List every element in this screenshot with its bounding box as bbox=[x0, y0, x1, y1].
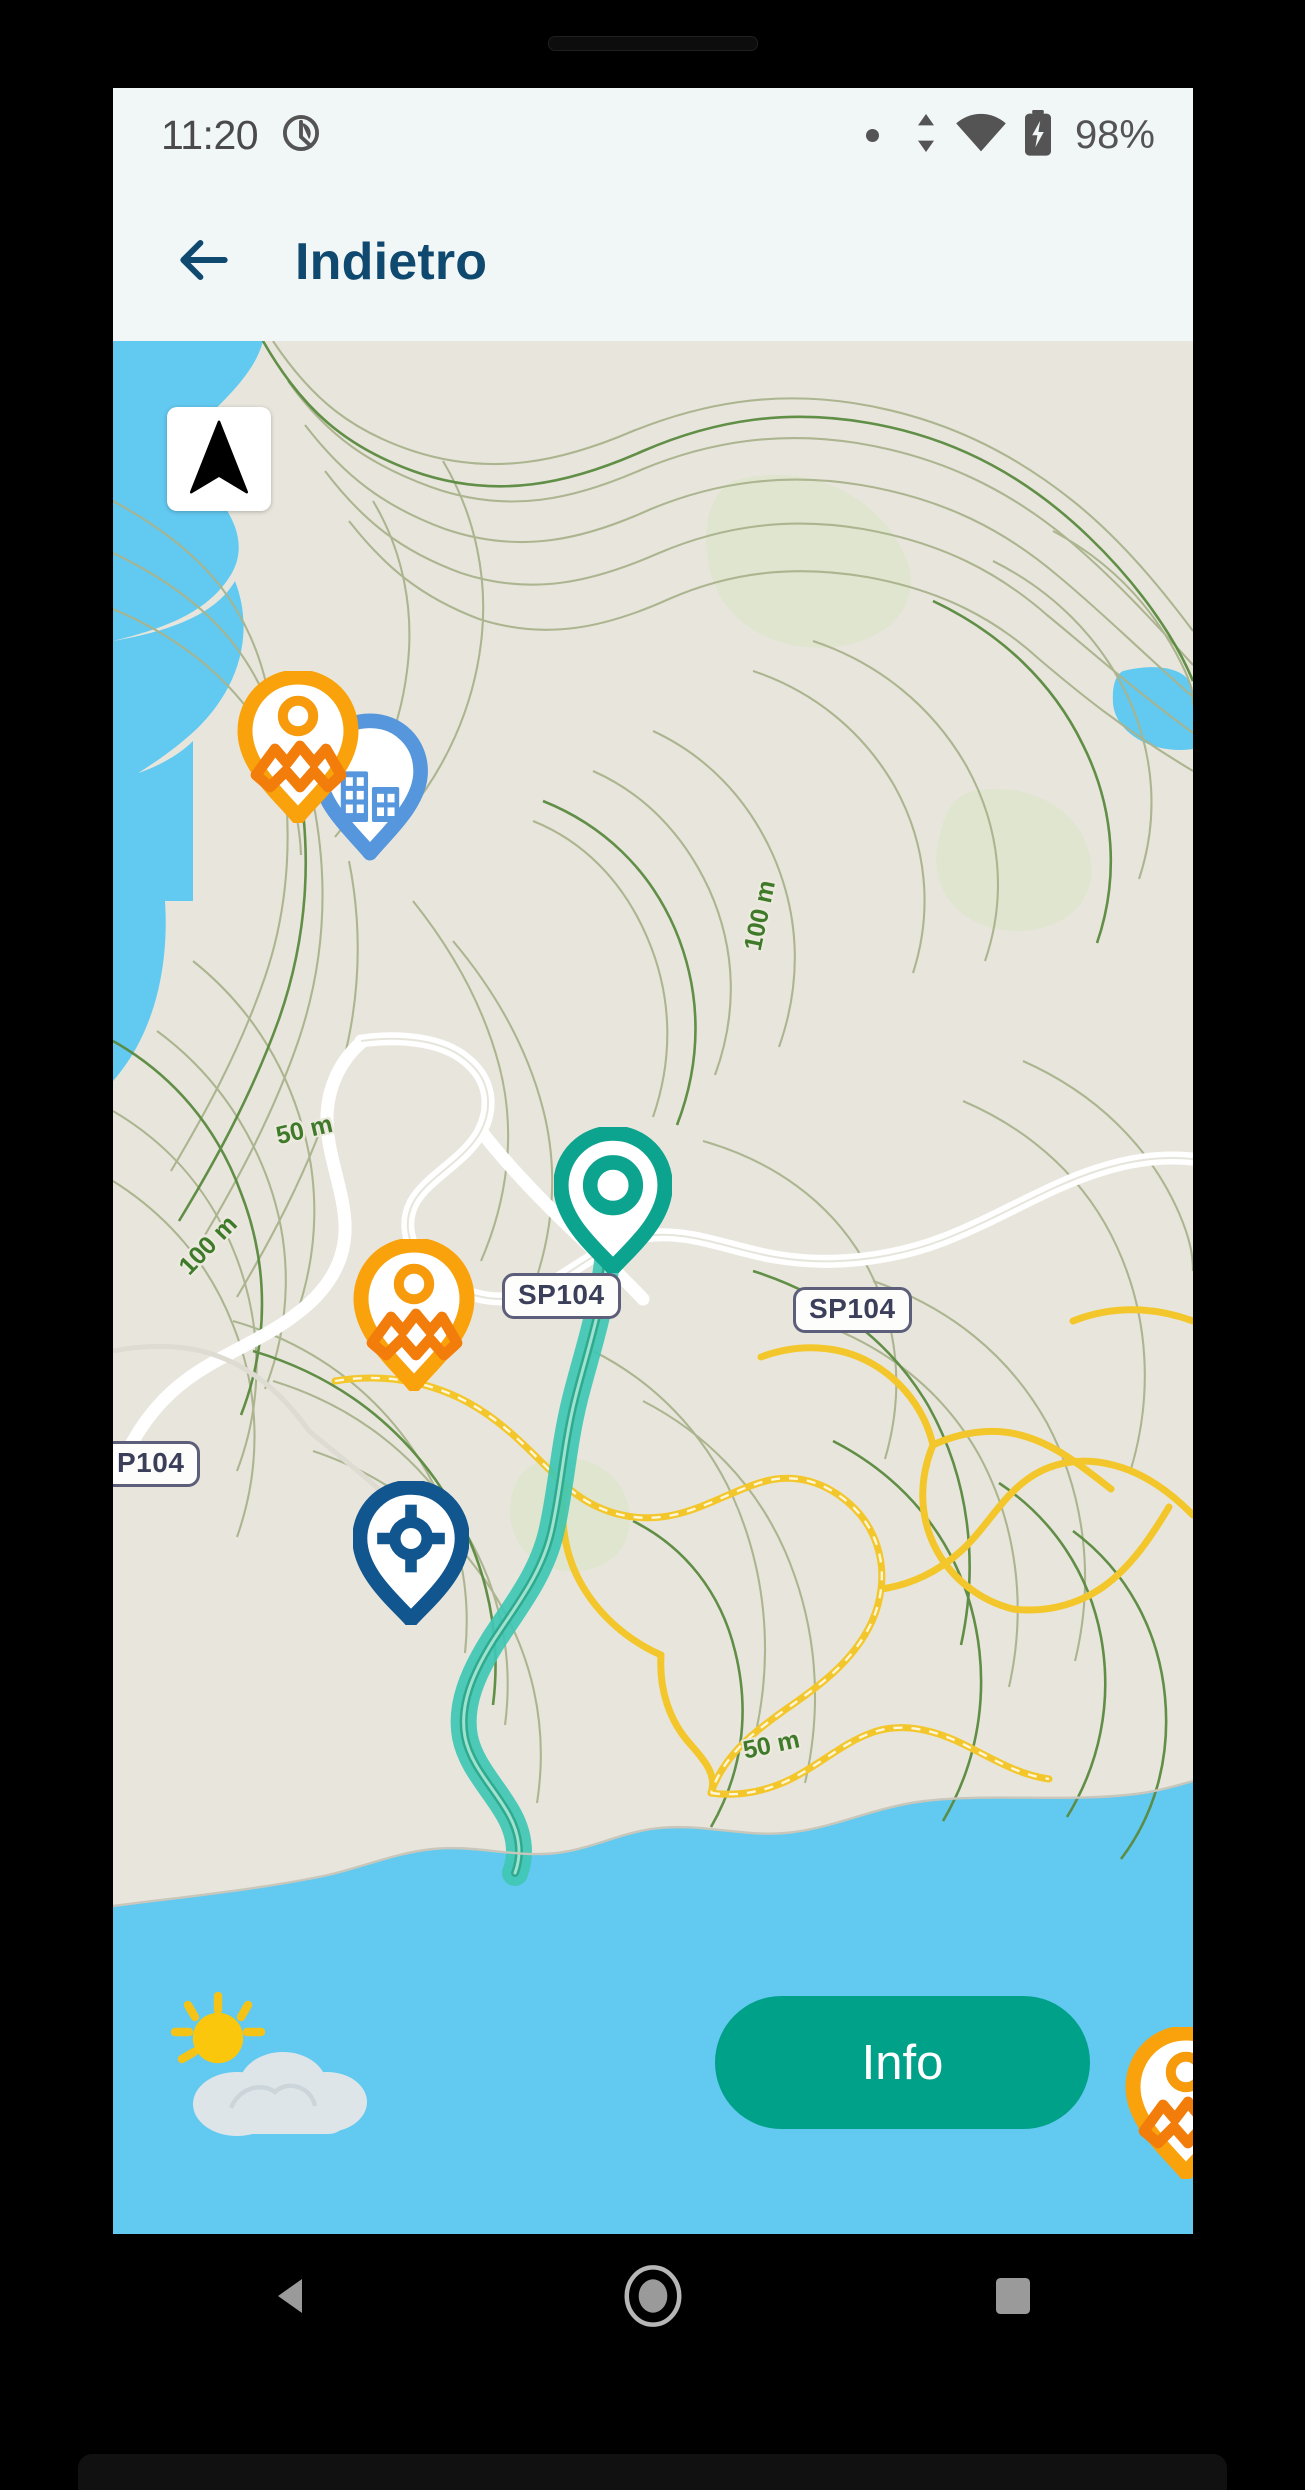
status-clock: 11:20 bbox=[161, 112, 259, 158]
road-shield-p104: P104 bbox=[113, 1441, 201, 1487]
wifi-icon bbox=[955, 113, 1007, 158]
battery-charging-icon bbox=[1023, 110, 1053, 161]
page-title: Indietro bbox=[295, 233, 488, 291]
marker-teal-waypoint[interactable] bbox=[553, 1125, 673, 1278]
compass-widget[interactable] bbox=[167, 407, 271, 511]
phone-screen: 11:20 98% Indietro 100 m 50 m 100 m 50 m… bbox=[113, 88, 1193, 2234]
nav-home-button[interactable] bbox=[593, 2234, 713, 2362]
partly-cloudy-icon bbox=[170, 1991, 381, 2146]
status-bar-left: 11:20 bbox=[161, 112, 322, 159]
nav-back-button[interactable] bbox=[233, 2234, 353, 2362]
marker-orange-viewpoint-mid[interactable] bbox=[353, 1237, 475, 1396]
map-tiles bbox=[113, 341, 1193, 2234]
triangle-back-icon bbox=[269, 2272, 317, 2325]
status-bar-right: 98% bbox=[865, 110, 1155, 161]
dot-indicator-icon bbox=[865, 129, 879, 142]
data-transfer-icon bbox=[913, 113, 939, 158]
android-nav-bar bbox=[113, 2234, 1193, 2362]
device-bottom-edge bbox=[78, 2454, 1227, 2490]
info-button[interactable]: Info bbox=[715, 1996, 1090, 2129]
marker-orange-viewpoint-edge[interactable] bbox=[1125, 2025, 1193, 2184]
map-canvas[interactable]: 100 m 50 m 100 m 50 m SP104 SP104 P104 I… bbox=[113, 341, 1193, 2234]
road-shield-sp104-right: SP104 bbox=[793, 1287, 912, 1333]
north-arrow-icon bbox=[182, 418, 256, 501]
circle-home-icon bbox=[622, 2264, 684, 2332]
road-shield-sp104-left: SP104 bbox=[502, 1273, 621, 1319]
status-battery-percent: 98% bbox=[1074, 113, 1155, 157]
phone-device-frame: 11:20 98% Indietro 100 m 50 m 100 m 50 m… bbox=[0, 0, 1305, 2490]
marker-orange-viewpoint-top[interactable] bbox=[237, 669, 359, 828]
device-speaker-notch bbox=[547, 36, 758, 51]
weather-widget[interactable] bbox=[170, 1991, 381, 2142]
app-bar: Indietro bbox=[113, 183, 1193, 341]
marker-navy-target[interactable] bbox=[352, 1479, 470, 1630]
square-recents-icon bbox=[991, 2274, 1035, 2323]
nav-recents-button[interactable] bbox=[953, 2234, 1073, 2362]
arrow-left-icon bbox=[173, 229, 235, 296]
back-button[interactable] bbox=[161, 219, 247, 305]
status-bar: 11:20 98% bbox=[113, 88, 1193, 183]
android-q-icon bbox=[280, 112, 322, 159]
